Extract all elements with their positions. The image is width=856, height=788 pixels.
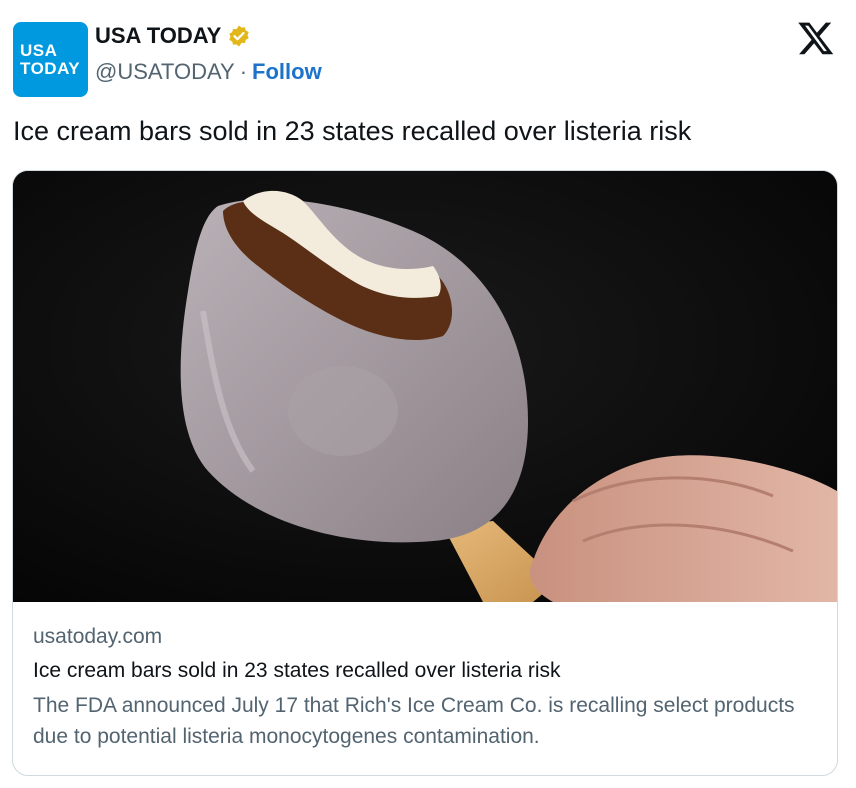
follow-button[interactable]: Follow <box>252 59 322 85</box>
account-handle[interactable]: @USATODAY <box>95 59 235 85</box>
avatar-text-line1: USA <box>20 41 58 60</box>
account-name-row: USA TODAY <box>95 23 251 49</box>
ice-cream-bar-image <box>13 171 837 602</box>
link-card[interactable]: usatoday.com Ice cream bars sold in 23 s… <box>12 170 838 776</box>
verified-badge-icon <box>229 25 250 47</box>
card-description: The FDA announced July 17 that Rich's Ic… <box>33 694 795 748</box>
card-domain[interactable]: usatoday.com <box>33 623 823 651</box>
tweet-text: Ice cream bars sold in 23 states recalle… <box>13 116 692 146</box>
card-meta: usatoday.com Ice cream bars sold in 23 s… <box>33 623 823 752</box>
card-title[interactable]: Ice cream bars sold in 23 states recalle… <box>33 656 823 686</box>
account-name[interactable]: USA TODAY <box>95 23 221 49</box>
tweet-header: USA TODAY USA TODAY @USATODAY · Follow <box>13 19 843 97</box>
separator-dot: · <box>239 59 248 84</box>
article-photo[interactable] <box>13 171 837 602</box>
x-logo-icon[interactable] <box>797 19 835 57</box>
handle-row: @USATODAY · Follow <box>95 59 322 85</box>
avatar[interactable]: USA TODAY <box>13 22 88 97</box>
avatar-text-line2: TODAY <box>20 59 81 78</box>
